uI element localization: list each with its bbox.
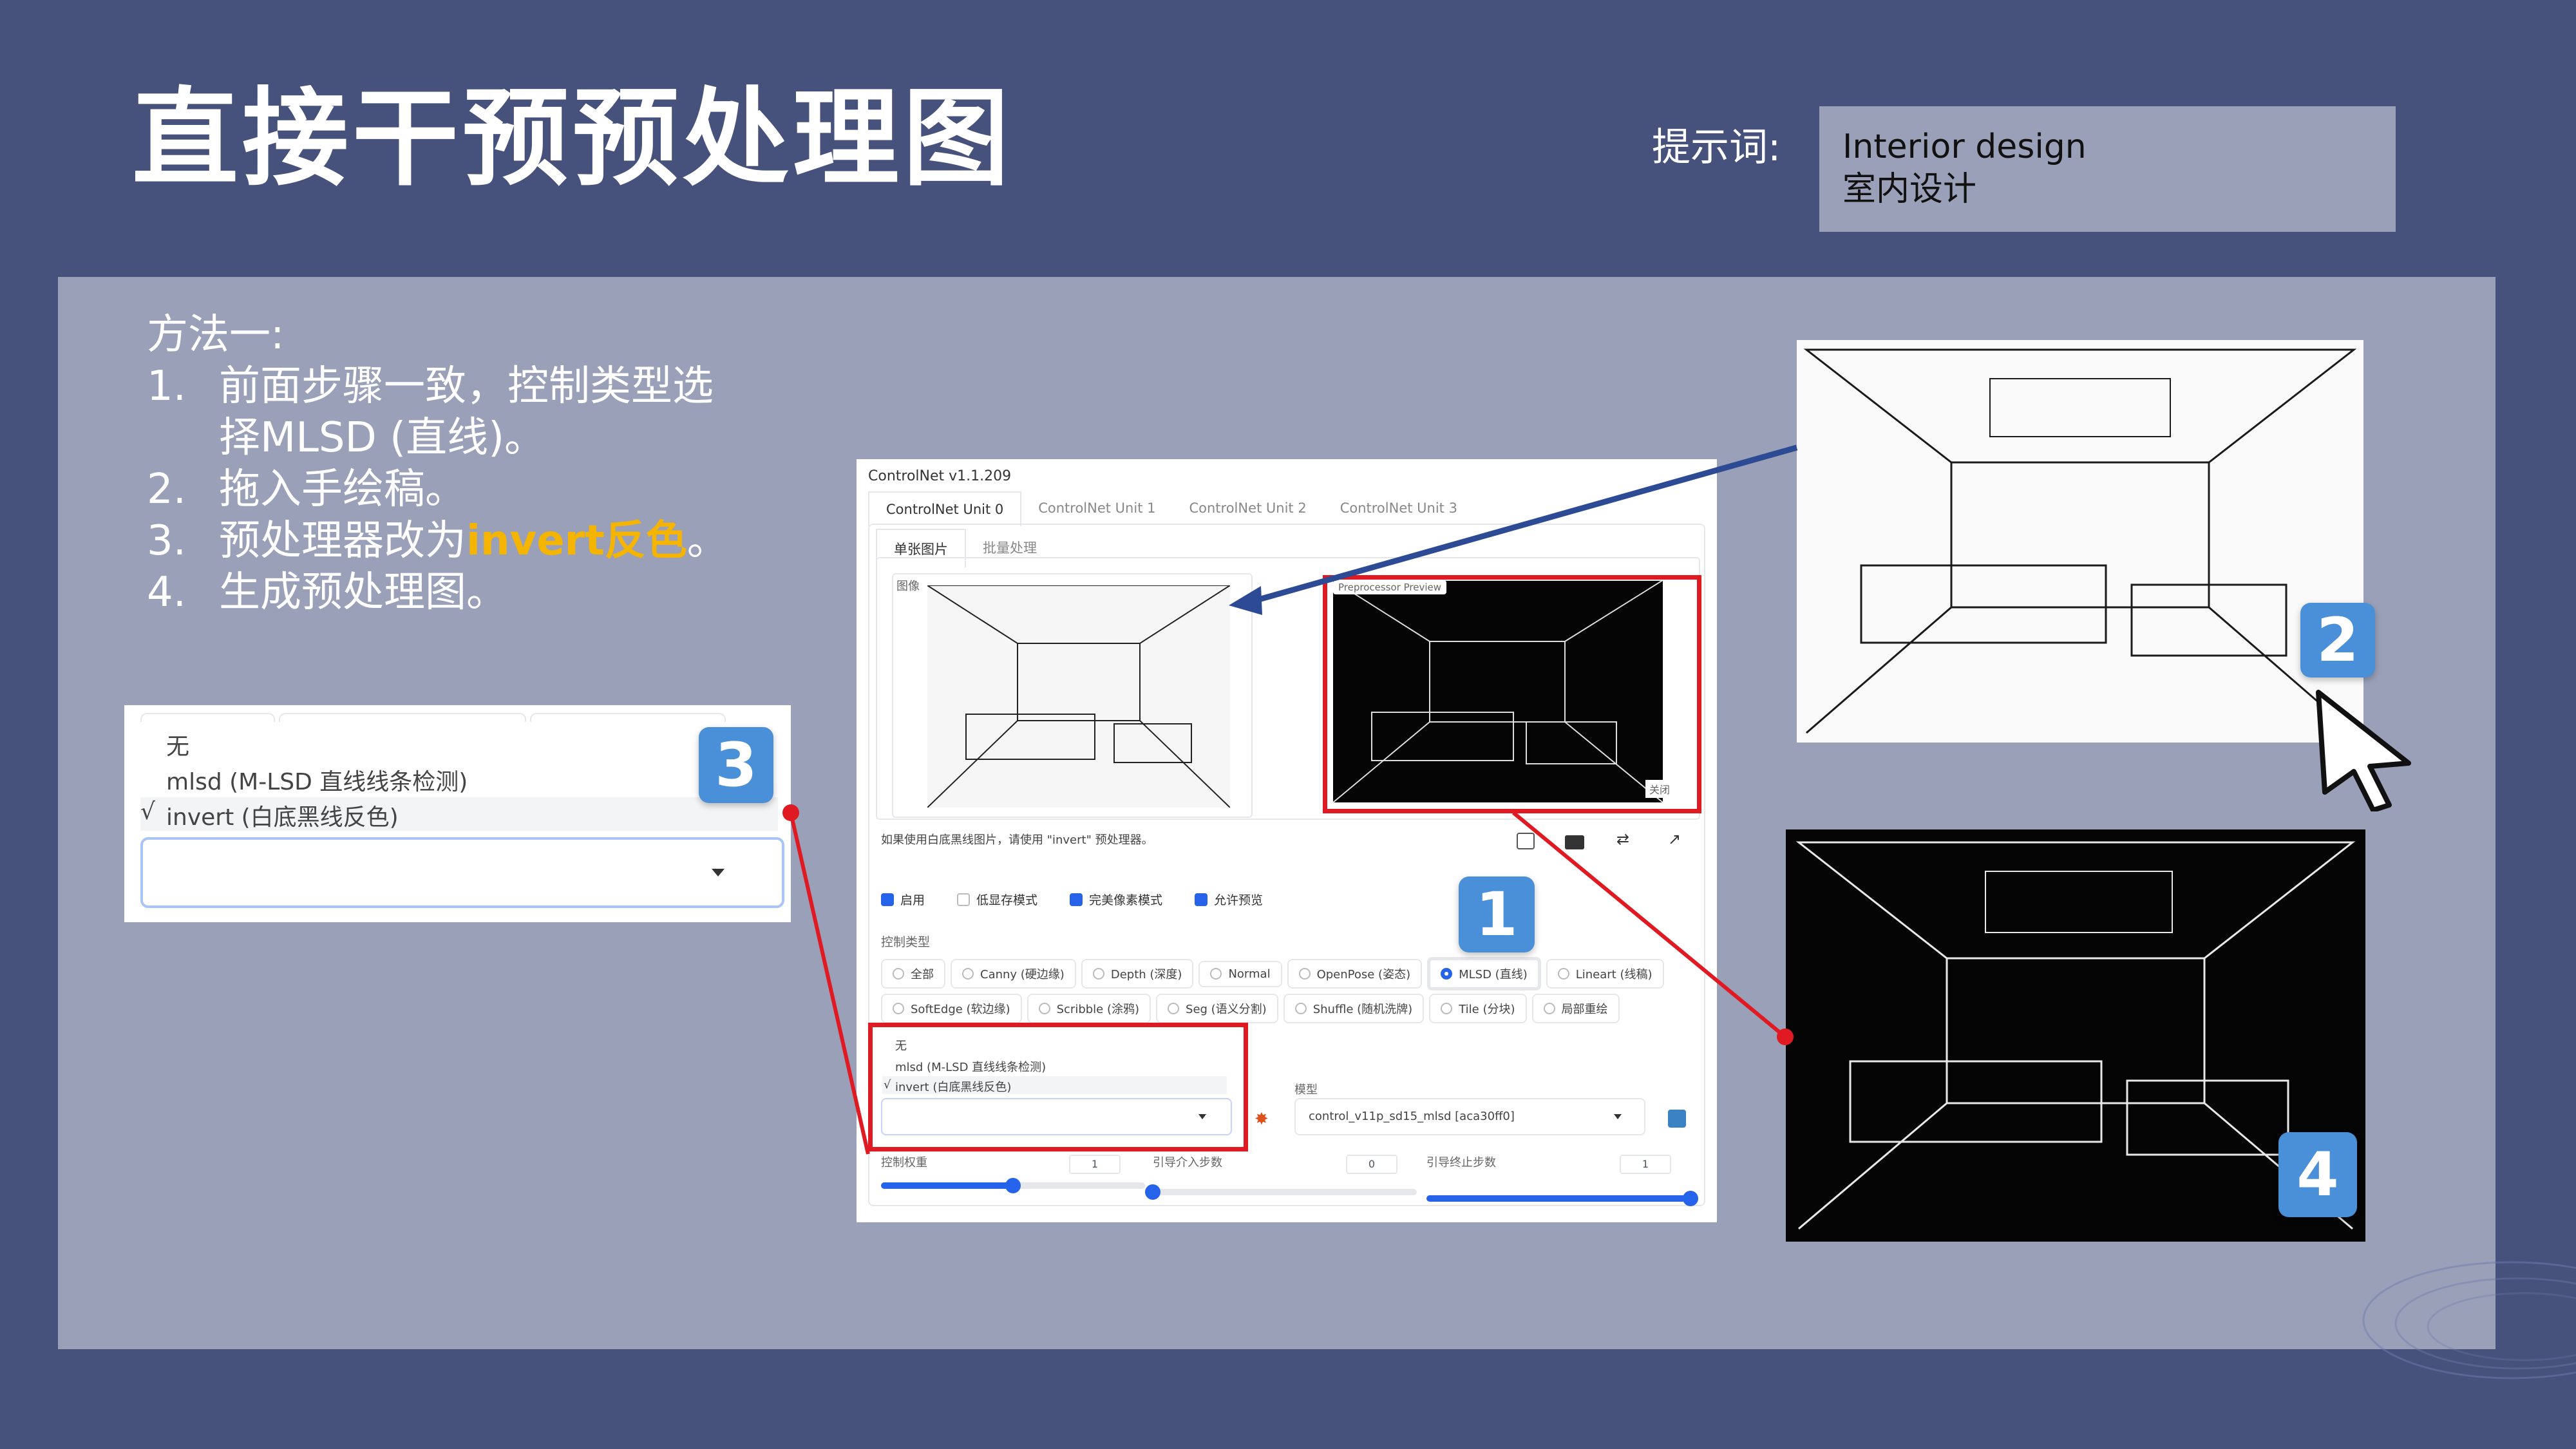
line-end-dot-icon xyxy=(1777,1028,1794,1045)
line-to-output xyxy=(1512,811,1786,1039)
connector-lines xyxy=(782,444,1798,1155)
arrow-head-icon xyxy=(1229,586,1262,615)
line-start-dot-icon xyxy=(782,804,799,821)
line-to-dropdown xyxy=(789,812,870,1155)
arrow-to-upload xyxy=(1248,444,1798,605)
